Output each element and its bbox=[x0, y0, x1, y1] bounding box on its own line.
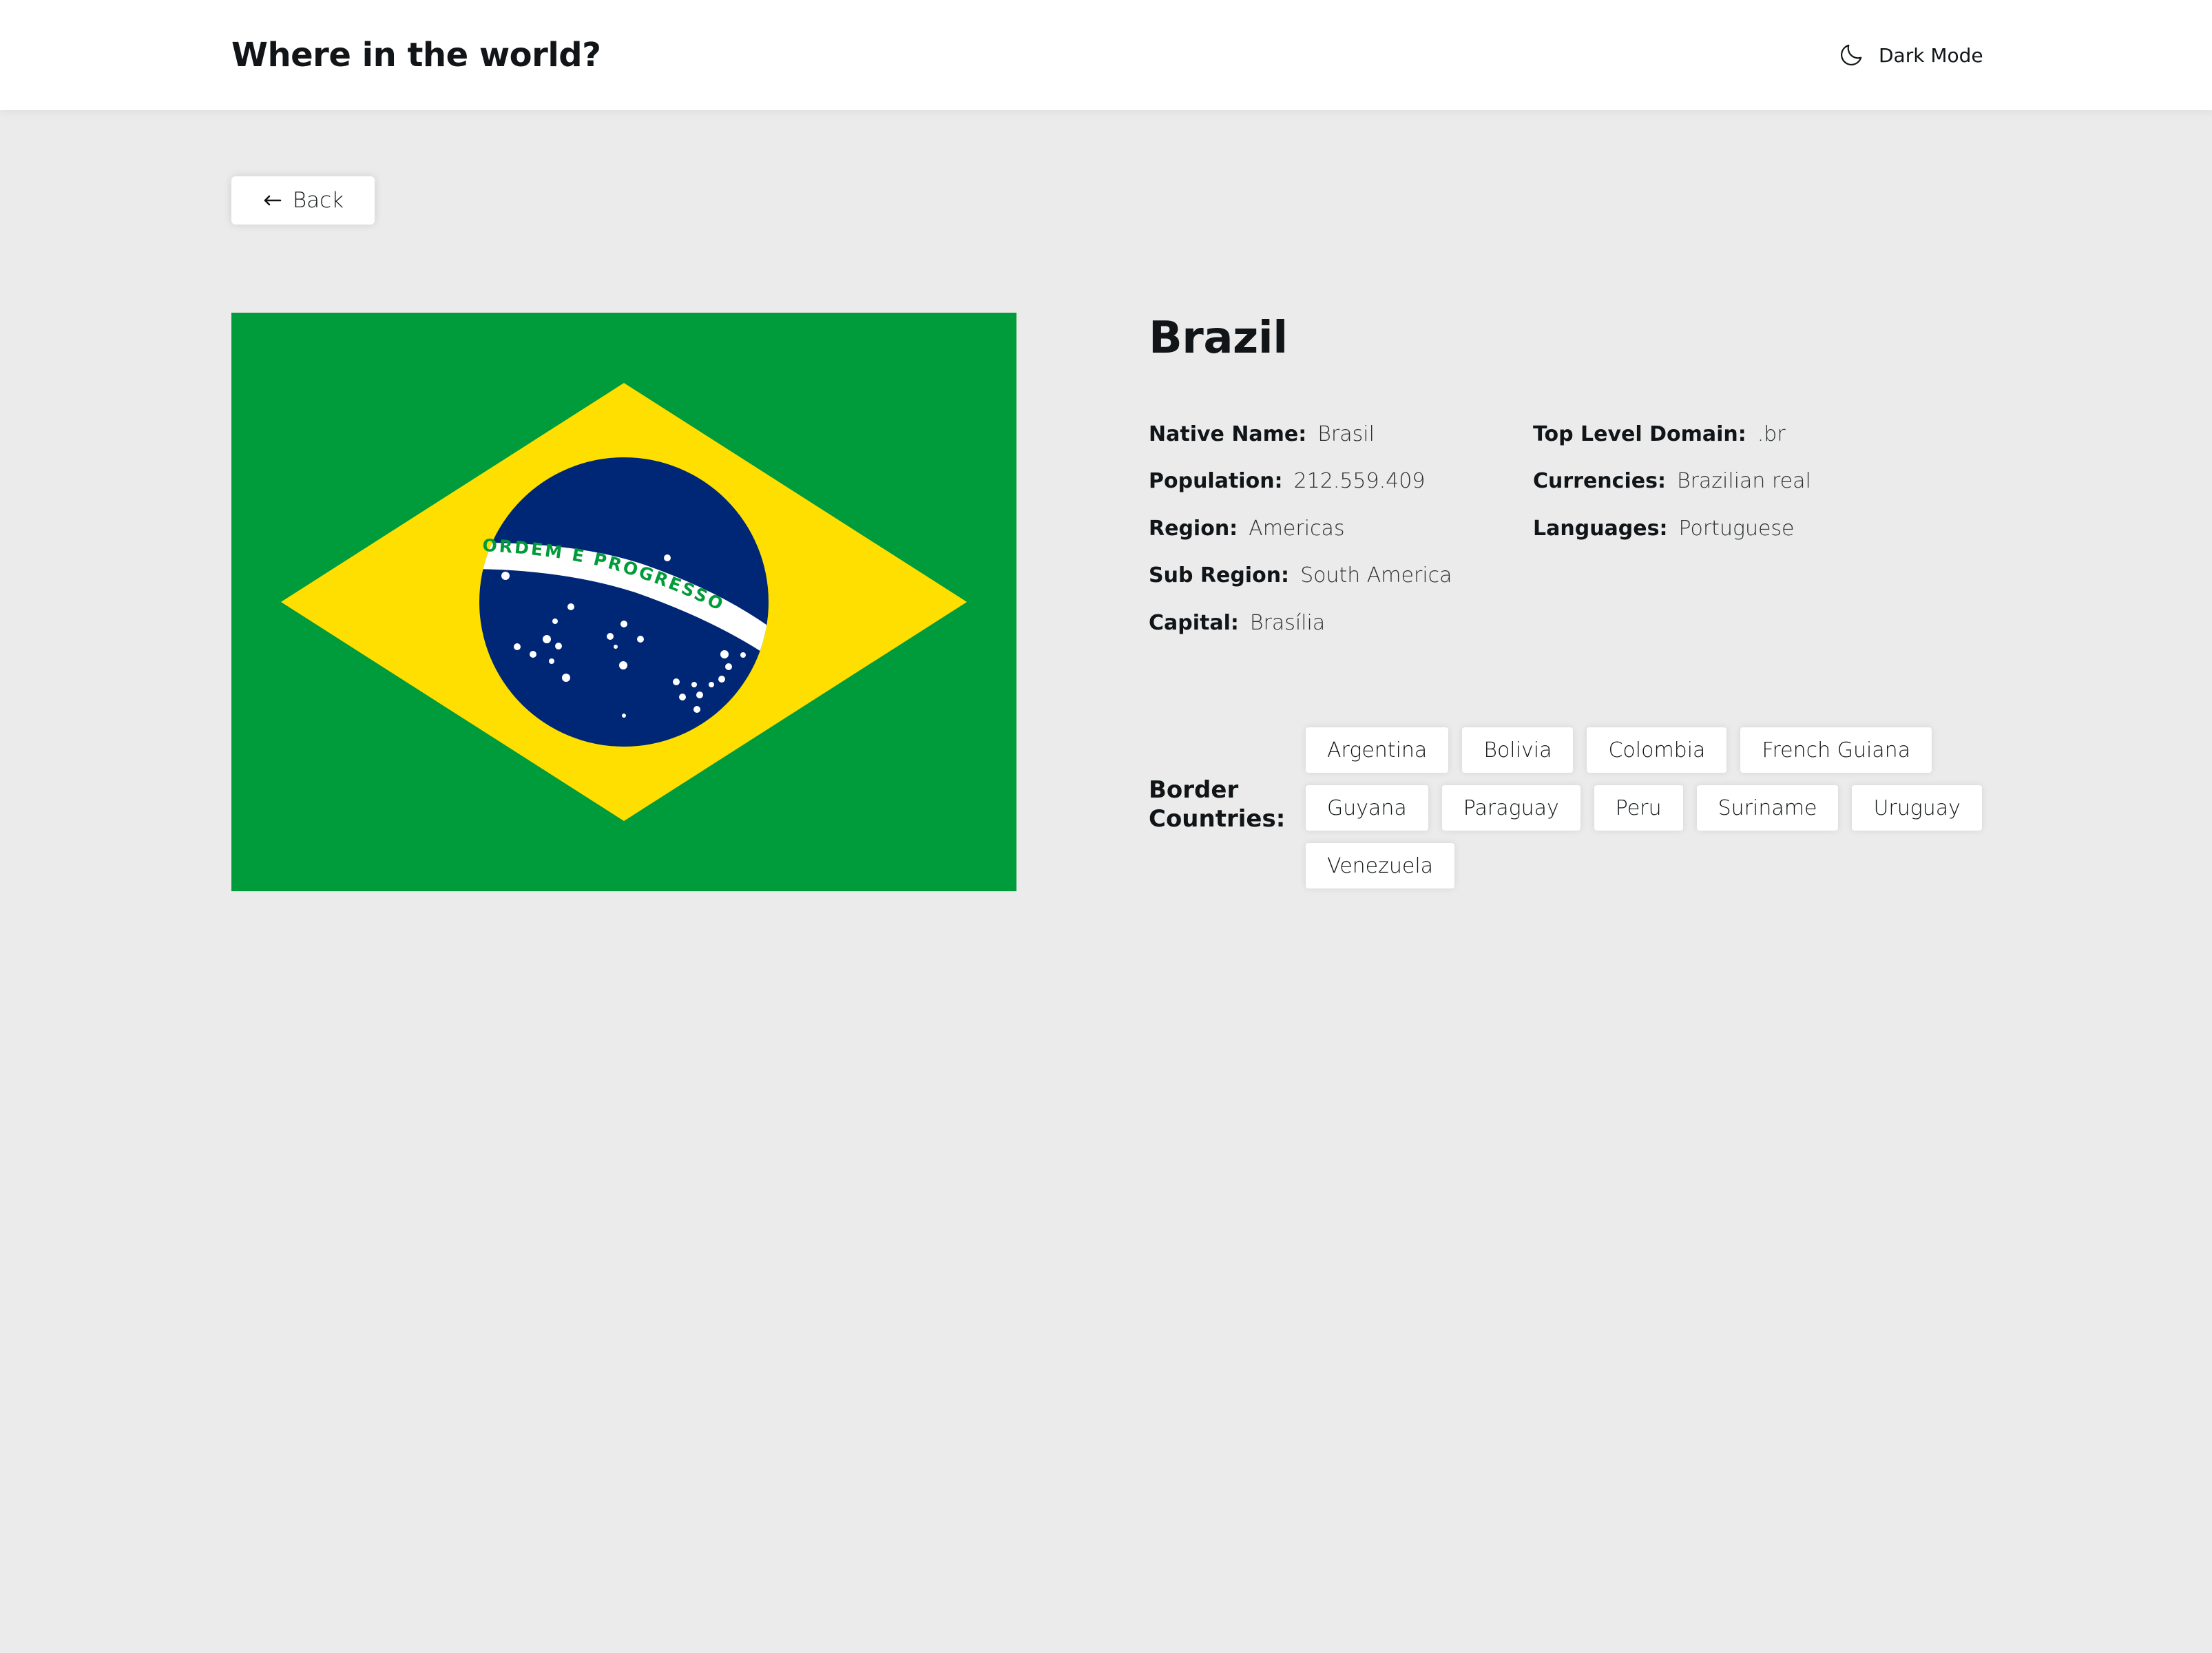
country-name: Brazil bbox=[1149, 313, 1288, 364]
capital-row: Capital: Brasília bbox=[1149, 599, 1452, 647]
currencies-label: Currencies: bbox=[1533, 469, 1666, 494]
languages-row: Languages: Portuguese bbox=[1533, 505, 1811, 552]
native-name-row: Native Name: Brasil bbox=[1149, 410, 1452, 458]
sub-region-value: South America bbox=[1300, 563, 1452, 588]
sub-region-row: Sub Region: South America bbox=[1149, 552, 1452, 600]
border-country-button[interactable]: Venezuela bbox=[1306, 843, 1455, 888]
dark-mode-toggle[interactable]: Dark Mode bbox=[1837, 39, 1983, 72]
border-country-button[interactable]: French Guiana bbox=[1740, 727, 1932, 773]
app-header: Where in the world? Dark Mode bbox=[0, 0, 2212, 110]
population-row: Population: 212.559.409 bbox=[1149, 458, 1452, 506]
border-country-button[interactable]: Colombia bbox=[1587, 727, 1727, 773]
top-level-domain-row: Top Level Domain: .br bbox=[1533, 410, 1811, 458]
capital-label: Capital: bbox=[1149, 610, 1239, 635]
currencies-row: Currencies: Brazilian real bbox=[1533, 458, 1811, 506]
details-primary: Native Name: Brasil Population: 212.559.… bbox=[1149, 410, 1452, 647]
moon-icon bbox=[1841, 44, 1862, 65]
region-value: Americas bbox=[1249, 516, 1345, 541]
languages-value: Portuguese bbox=[1678, 516, 1795, 541]
sub-region-label: Sub Region: bbox=[1149, 563, 1290, 588]
currencies-value: Brazilian real bbox=[1676, 469, 1811, 494]
back-button[interactable]: Back bbox=[231, 176, 375, 225]
border-country-button[interactable]: Peru bbox=[1594, 785, 1683, 831]
border-country-button[interactable]: Paraguay bbox=[1441, 785, 1580, 831]
native-name-label: Native Name: bbox=[1149, 422, 1307, 446]
border-country-button[interactable]: Uruguay bbox=[1852, 785, 1982, 831]
languages-label: Languages: bbox=[1533, 516, 1668, 541]
border-country-button[interactable]: Bolivia bbox=[1462, 727, 1574, 773]
country-flag-image: ORDEM E PROGRESSO bbox=[231, 313, 1016, 891]
dark-mode-label: Dark Mode bbox=[1879, 43, 1983, 67]
back-button-label: Back bbox=[292, 188, 344, 213]
border-country-button[interactable]: Suriname bbox=[1696, 785, 1839, 831]
arrow-left-icon bbox=[264, 195, 282, 206]
population-label: Population: bbox=[1149, 469, 1283, 494]
region-label: Region: bbox=[1149, 516, 1238, 541]
native-name-value: Brasil bbox=[1317, 422, 1375, 446]
border-countries-label: Border Countries: bbox=[1149, 776, 1286, 833]
details-secondary: Top Level Domain: .br Currencies: Brazil… bbox=[1533, 410, 1811, 552]
border-country-button[interactable]: Guyana bbox=[1306, 785, 1428, 831]
border-country-button[interactable]: Argentina bbox=[1306, 727, 1449, 773]
top-level-domain-label: Top Level Domain: bbox=[1533, 422, 1746, 446]
capital-value: Brasília bbox=[1249, 610, 1326, 635]
border-countries-list: Argentina Bolivia Colombia French Guiana… bbox=[1306, 727, 1994, 888]
region-row: Region: Americas bbox=[1149, 505, 1452, 552]
app-title: Where in the world? bbox=[231, 36, 601, 74]
population-value: 212.559.409 bbox=[1293, 469, 1426, 494]
top-level-domain-value: .br bbox=[1757, 422, 1786, 446]
